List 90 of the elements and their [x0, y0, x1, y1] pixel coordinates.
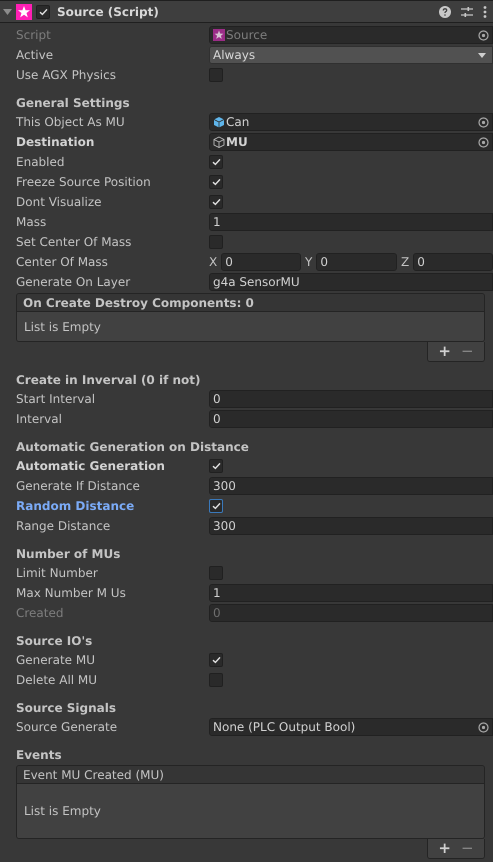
- checkbox[interactable]: [209, 68, 223, 82]
- object-picker-icon[interactable]: [478, 116, 489, 128]
- empty-list-text: List is Empty: [24, 803, 101, 820]
- star-icon: [213, 29, 225, 41]
- object-field[interactable]: Can: [209, 113, 493, 131]
- field-label: Start Interval: [16, 391, 96, 408]
- field-label: Created: [16, 605, 64, 622]
- caret-icon: [478, 52, 486, 58]
- empty-list-text: List is Empty: [24, 318, 101, 336]
- field-label: Limit Number: [16, 565, 99, 582]
- object-name: Source: [226, 27, 268, 44]
- checkbox[interactable]: [209, 195, 223, 209]
- field-label: Mass: [16, 214, 48, 231]
- field-label: Center Of Mass: [16, 254, 109, 271]
- checkbox[interactable]: [209, 499, 223, 513]
- checkbox[interactable]: [209, 673, 223, 687]
- number-field[interactable]: g4a SensorMU: [209, 273, 493, 291]
- object-name: Can: [226, 114, 250, 131]
- object-field[interactable]: None (PLC Output Bool): [209, 718, 493, 736]
- field-label: Active: [16, 47, 54, 64]
- checkbox[interactable]: [209, 459, 223, 473]
- foldout-arrow-icon[interactable]: [3, 7, 12, 16]
- field-label: Max Number M Us: [16, 585, 127, 602]
- section-heading: Automatic Generation on Distance: [16, 439, 249, 456]
- add-button[interactable]: +: [438, 841, 451, 856]
- list-title: On Create Destroy Components: 0: [23, 294, 254, 312]
- field-label: Generate On Layer: [16, 274, 132, 291]
- component-title: Source (Script): [57, 4, 160, 20]
- field-label: Generate If Distance: [16, 478, 141, 495]
- object-field[interactable]: MU: [209, 133, 493, 151]
- checkbox[interactable]: [209, 155, 223, 169]
- cube-outline-icon: [213, 136, 225, 148]
- field-label: Random Distance: [16, 498, 136, 515]
- checkmark-icon: [212, 656, 220, 664]
- add-button[interactable]: +: [438, 344, 451, 359]
- checkbox[interactable]: [209, 566, 223, 580]
- field-label: Destination: [16, 134, 96, 151]
- number-field[interactable]: 0: [413, 253, 493, 271]
- section-heading: Number of MUs: [16, 546, 120, 563]
- field-label: Enabled: [16, 154, 66, 171]
- object-picker-icon[interactable]: [478, 136, 489, 148]
- field-label: Interval: [16, 411, 63, 428]
- checkmark-icon: [212, 502, 220, 510]
- list-title: Event MU Created (MU): [23, 766, 164, 784]
- section-heading: Source IO's: [16, 633, 92, 650]
- field-label: Freeze Source Position: [16, 174, 152, 191]
- number-field[interactable]: 300: [209, 477, 493, 495]
- checkmark-icon: [38, 8, 48, 16]
- checkmark-icon: [212, 462, 220, 470]
- object-name: MU: [226, 134, 249, 151]
- field-label: Script: [16, 27, 52, 44]
- checkbox[interactable]: [209, 235, 223, 249]
- axis-label: Z: [401, 254, 410, 271]
- axis-label: Y: [305, 254, 312, 271]
- section-heading: Source Signals: [16, 700, 116, 717]
- field-label: Source Generate: [16, 719, 118, 736]
- number-field[interactable]: 0: [221, 253, 301, 271]
- field-label: Delete All MU: [16, 672, 98, 689]
- dropdown[interactable]: Always: [209, 46, 493, 64]
- section-heading: Create in Inverval (0 if not): [16, 372, 200, 389]
- checkmark-icon: [212, 178, 220, 186]
- object-picker-icon[interactable]: [478, 30, 489, 40]
- object-name: None (PLC Output Bool): [213, 719, 356, 736]
- checkbox[interactable]: [36, 4, 50, 18]
- field-label: Use AGX Physics: [16, 67, 117, 84]
- help-icon[interactable]: [439, 6, 451, 18]
- section-heading: General Settings: [16, 95, 130, 112]
- field-label: Automatic Generation: [16, 458, 166, 475]
- axis-label: X: [209, 254, 218, 271]
- field-label: Set Center Of Mass: [16, 234, 132, 251]
- field-label: Generate MU: [16, 652, 96, 669]
- checkbox[interactable]: [209, 653, 223, 667]
- number-field[interactable]: 1: [209, 213, 493, 231]
- field-label: Dont Visualize: [16, 194, 103, 211]
- checkbox[interactable]: [209, 175, 223, 189]
- sliders-icon[interactable]: [461, 6, 473, 18]
- number-field[interactable]: 0: [209, 410, 493, 428]
- number-field[interactable]: 300: [209, 517, 493, 535]
- field-label: This Object As MU: [16, 114, 126, 131]
- checkmark-icon: [212, 198, 220, 206]
- checkmark-icon: [212, 158, 220, 166]
- cube-icon: [213, 116, 225, 128]
- more-options-icon[interactable]: [483, 6, 487, 18]
- number-field[interactable]: 0: [316, 253, 397, 271]
- section-heading: Events: [16, 747, 62, 764]
- object-picker-icon[interactable]: [478, 722, 489, 732]
- number-field[interactable]: 0: [209, 390, 493, 408]
- number-field[interactable]: 1: [209, 584, 493, 602]
- field-label: Range Distance: [16, 518, 112, 535]
- star-icon: [16, 4, 32, 20]
